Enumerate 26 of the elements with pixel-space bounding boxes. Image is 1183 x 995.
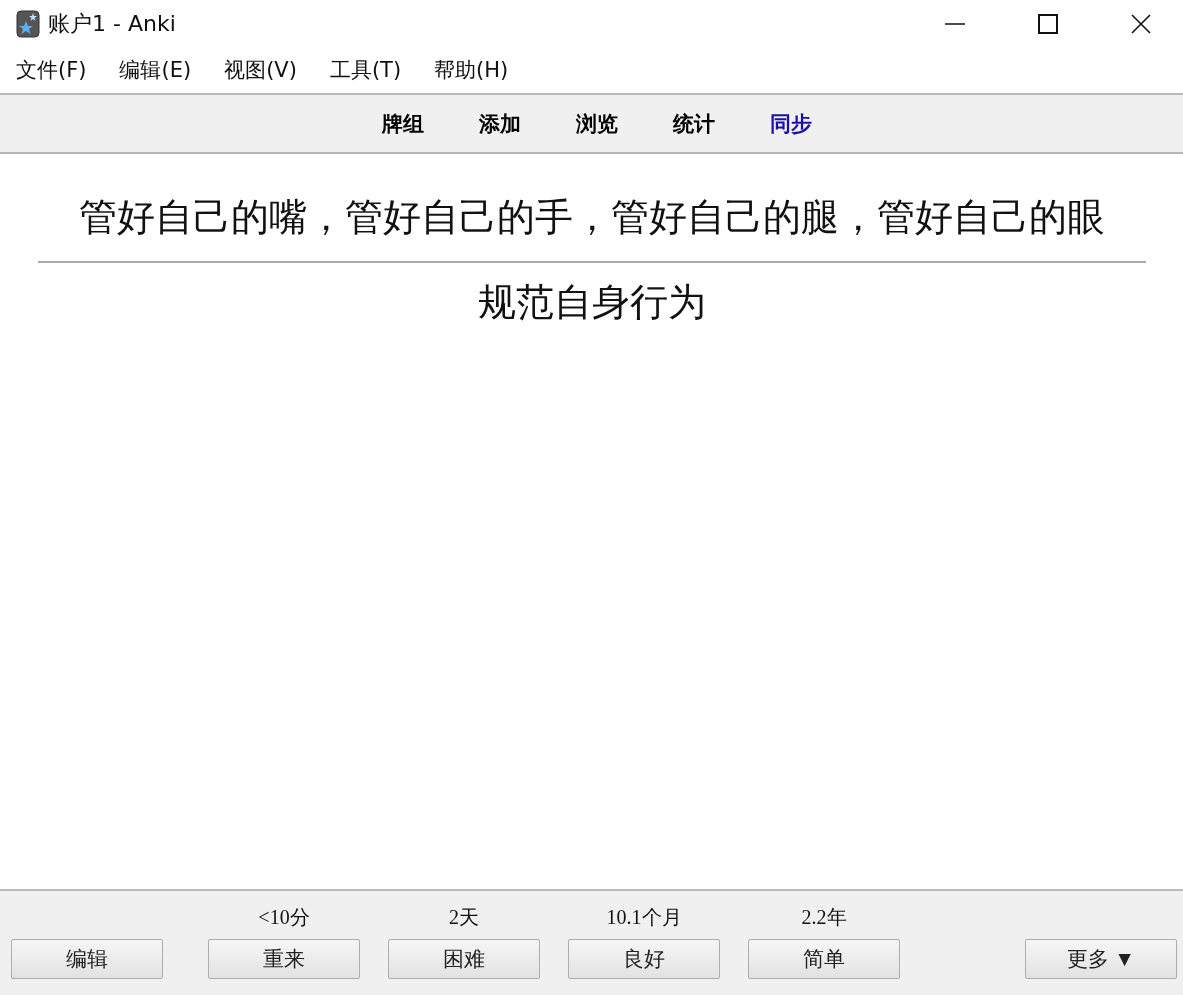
more-button[interactable]: 更多 ▼ <box>1025 939 1177 979</box>
toolbar-link[interactable]: 同步 <box>769 109 812 138</box>
close-icon[interactable] <box>1131 13 1151 34</box>
interval-label: <10分 <box>258 905 310 930</box>
toolbar-link[interactable]: 添加 <box>478 109 521 138</box>
toolbar-link[interactable]: 统计 <box>672 109 715 138</box>
maximize-icon[interactable] <box>1038 13 1058 34</box>
toolbar-link[interactable]: 浏览 <box>575 109 618 138</box>
menu-item[interactable]: 工具(T) <box>329 56 402 84</box>
answer-button[interactable]: 重来 <box>208 939 360 979</box>
answer-button[interactable]: 困难 <box>388 939 540 979</box>
answer-button[interactable]: 简单 <box>748 939 900 979</box>
app-icon <box>16 9 40 38</box>
interval-label: 2天 <box>449 905 479 930</box>
answer-button[interactable]: 良好 <box>568 939 720 979</box>
menu-item[interactable]: 编辑(E) <box>119 56 192 84</box>
interval-label: 2.2年 <box>801 905 847 930</box>
card-answer: 规范自身行为 <box>477 280 706 325</box>
menu-item[interactable]: 文件(F) <box>16 56 87 84</box>
interval-label: 10.1个月 <box>606 905 682 930</box>
card-question: 管好自己的嘴，管好自己的手，管好自己的腿，管好自己的眼 <box>78 195 1105 240</box>
window-title: 账户1 - Anki <box>48 9 176 38</box>
menu-item[interactable]: 帮助(H) <box>434 56 509 84</box>
edit-button[interactable]: 编辑 <box>11 939 163 979</box>
menu-item[interactable]: 视图(V) <box>224 56 297 84</box>
toolbar-link[interactable]: 牌组 <box>381 109 424 138</box>
